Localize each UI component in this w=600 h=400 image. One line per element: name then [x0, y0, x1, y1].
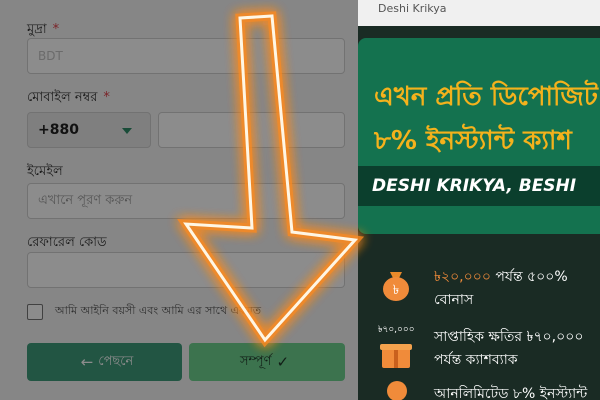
- banner-tagline: DESHI KRIKYA, BESHI: [358, 166, 600, 206]
- perk-item: আনলিমিটেড ৮% ইনস্ট্যান্ট: [378, 380, 600, 400]
- svg-text:৳: ৳: [393, 283, 399, 298]
- banner-headline-1: এখন প্রতি ডিপোজিট: [374, 82, 598, 112]
- perk-2-line-2: পর্যন্ত ক্যাশব্যাক: [434, 352, 518, 368]
- gift-box-icon: [380, 344, 412, 368]
- perk-2-small-amount: ৳৭০,০০০: [378, 325, 415, 335]
- coin-icon: [387, 381, 407, 400]
- banner-headline-2: ৮% ইনস্ট্যান্ট ক্যাশ: [374, 126, 572, 156]
- promo-top-text: Deshi Krikya: [378, 2, 447, 15]
- perk-3-line-1: আনলিমিটেড ৮% ইনস্ট্যান্ট: [434, 386, 588, 400]
- promo-top-strip: Deshi Krikya: [358, 0, 600, 26]
- promo-banner: এখন প্রতি ডিপোজিট ৮% ইনস্ট্যান্ট ক্যাশ D…: [358, 38, 600, 234]
- perk-1-line-2: বোনাস: [434, 292, 474, 308]
- modal-dim-overlay: [0, 0, 358, 400]
- perk-1-line-1: ৳২০,০০০ পর্যন্ত ৫০০%: [434, 269, 568, 285]
- perk-item: ৳৭০,০০০ সাপ্তাহিক ক্ষতির ৳৭০,০০০ পর্যন্ত…: [378, 322, 600, 372]
- perk-item: ৳ ৳২০,০০০ পর্যন্ত ৫০০% বোনাস: [378, 262, 600, 312]
- perk-2-line-1: সাপ্তাহিক ক্ষতির ৳৭০,০০০: [434, 329, 584, 345]
- money-bag-icon: ৳: [383, 272, 409, 301]
